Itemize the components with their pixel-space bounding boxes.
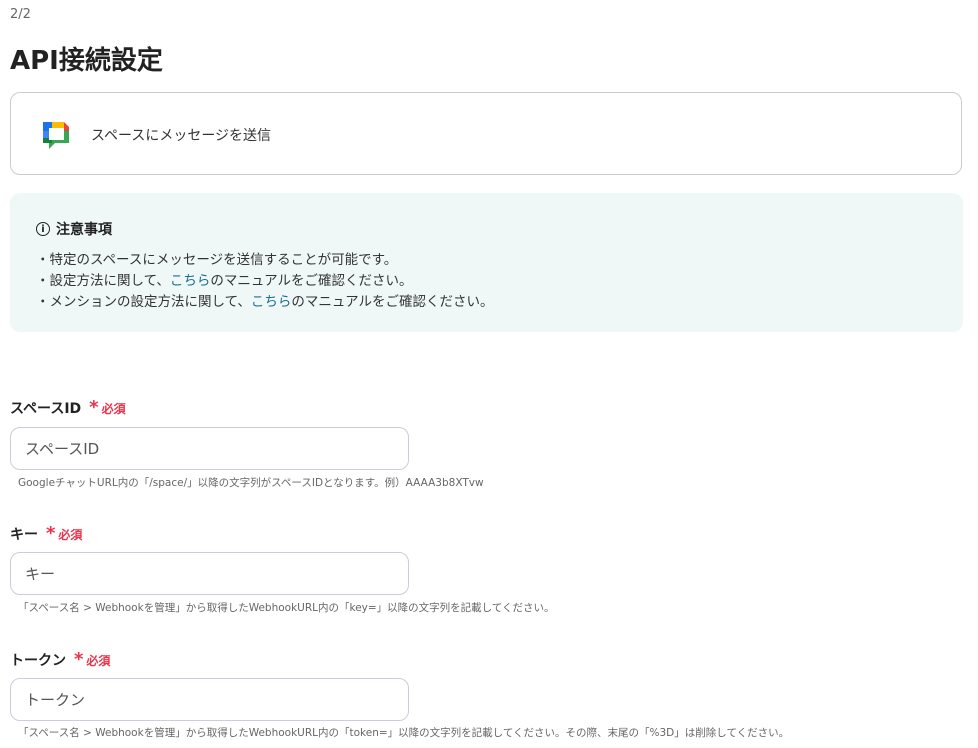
field-label-text: スペースID [10, 401, 82, 417]
key-input[interactable] [10, 552, 409, 595]
asterisk-icon: * [89, 397, 99, 418]
notice-line: ・特定のスペースにメッセージを送信することが可能です。 [36, 248, 397, 268]
asterisk-icon: * [74, 649, 84, 670]
token-help: 「スペース名 > Webhookを管理」から取得したWebhookURL内の「t… [18, 727, 790, 739]
key-help: 「スペース名 > Webhookを管理」から取得したWebhookURL内の「k… [18, 602, 555, 614]
info-icon: i [36, 222, 50, 236]
asterisk-icon: * [46, 523, 56, 544]
space-id-label: スペースID * 必須 [10, 398, 126, 418]
action-label: スペースにメッセージを送信 [91, 128, 272, 144]
notice-heading-text: 注意事項 [56, 222, 112, 238]
key-label: キー * 必須 [10, 524, 82, 544]
step-indicator: 2/2 [10, 7, 31, 22]
mention-manual-link[interactable]: こちら [251, 294, 292, 310]
action-card[interactable]: スペースにメッセージを送信 [10, 92, 962, 175]
notice-text: ・設定方法に関して、 [36, 273, 170, 289]
required-badge: * 必須 [74, 649, 111, 670]
required-badge: * 必須 [89, 397, 126, 418]
required-text: 必須 [58, 527, 83, 542]
space-id-help: GoogleチャットURL内の「/space/」以降の文字列がスペースIDとなり… [18, 477, 484, 489]
notice-heading: i 注意事項 [36, 219, 112, 239]
token-label: トークン * 必須 [10, 650, 110, 670]
required-text: 必須 [86, 653, 111, 668]
notice-line: ・メンションの設定方法に関して、こちらのマニュアルをご確認ください。 [36, 290, 494, 310]
space-id-input[interactable] [10, 427, 409, 470]
notice-text: のマニュアルをご確認ください。 [210, 273, 413, 289]
notice-box: i 注意事項 ・特定のスペースにメッセージを送信することが可能です。 ・設定方法… [10, 193, 963, 332]
google-chat-icon [43, 122, 69, 149]
token-input[interactable] [10, 678, 409, 721]
notice-line: ・設定方法に関して、こちらのマニュアルをご確認ください。 [36, 269, 413, 289]
required-text: 必須 [101, 401, 126, 416]
required-badge: * 必須 [46, 523, 83, 544]
notice-text: ・特定のスペースにメッセージを送信することが可能です。 [36, 252, 398, 268]
manual-link[interactable]: こちら [170, 273, 211, 289]
page-title: API接続設定 [10, 46, 163, 76]
notice-text: ・メンションの設定方法に関して、 [36, 294, 251, 310]
field-label-text: トークン [10, 653, 66, 669]
notice-text: のマニュアルをご確認ください。 [291, 294, 494, 310]
field-label-text: キー [10, 527, 38, 543]
